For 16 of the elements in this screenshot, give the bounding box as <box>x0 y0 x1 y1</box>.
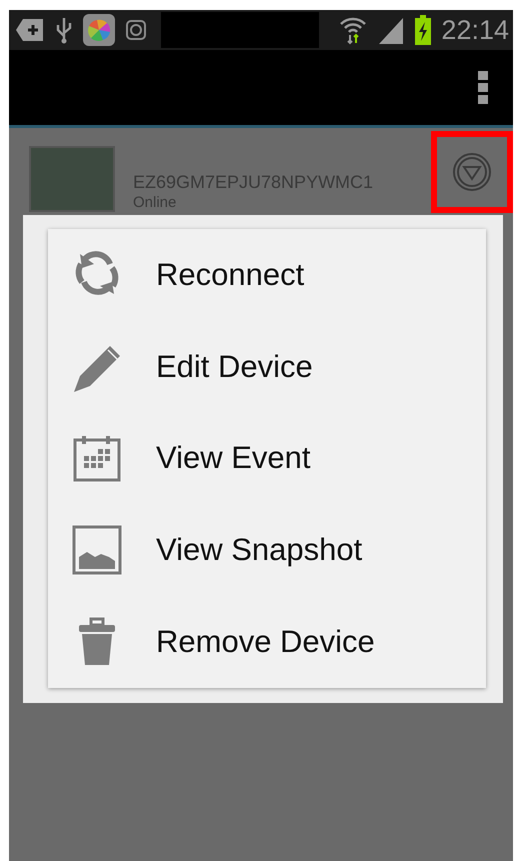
picture-icon <box>72 525 122 576</box>
overflow-menu-icon[interactable] <box>477 70 489 104</box>
app-icon <box>83 14 115 46</box>
status-time: 22:14 <box>441 14 509 46</box>
signal-icon <box>377 16 406 44</box>
notification-tag-icon <box>15 17 45 43</box>
menu-item[interactable]: Reconnect <box>48 229 486 321</box>
calendar-icon <box>72 433 122 484</box>
usb-icon <box>55 16 73 44</box>
menu-item[interactable]: Remove Device <box>48 596 486 688</box>
menu-item[interactable]: View Snapshot <box>48 504 486 596</box>
camera-icon <box>125 19 147 41</box>
menu-item[interactable]: Edit Device <box>48 320 486 413</box>
wifi-icon <box>339 15 368 45</box>
battery-charging-icon <box>415 15 432 45</box>
menu-item[interactable]: View Event <box>48 412 486 504</box>
